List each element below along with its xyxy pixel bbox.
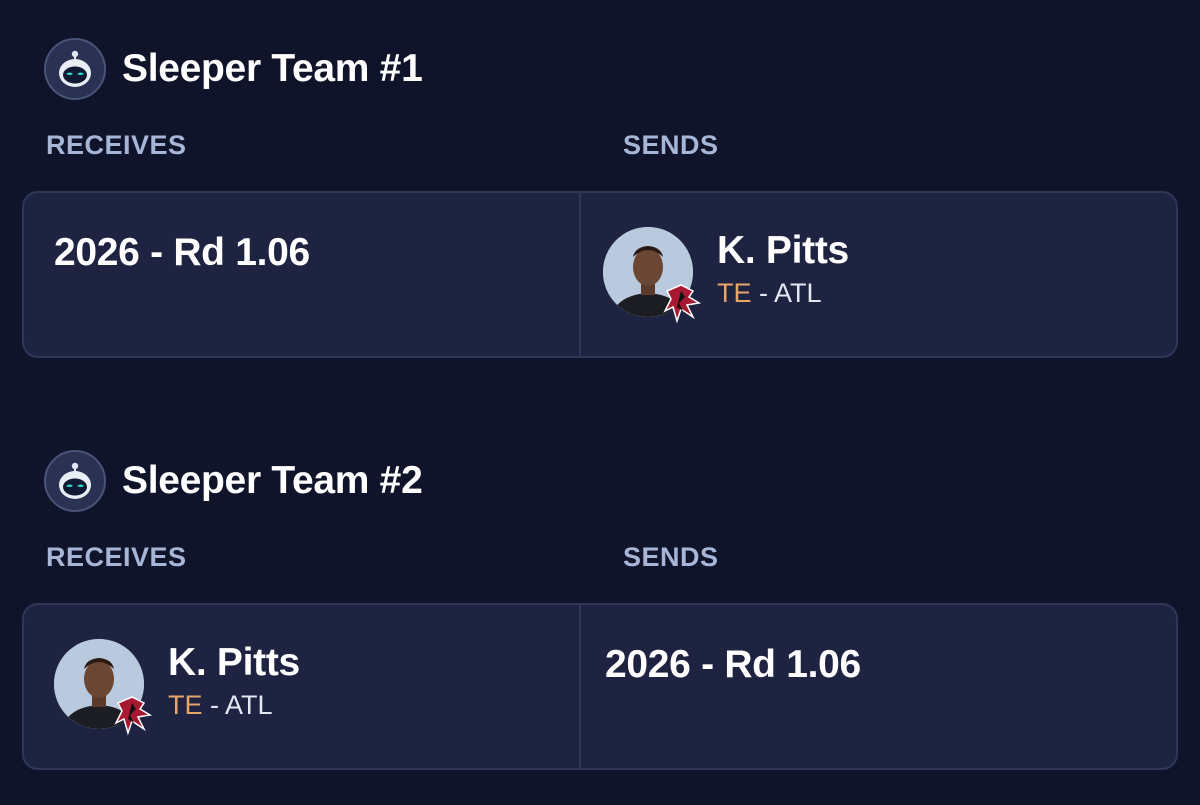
player-item[interactable]: K. Pitts TE - ATL: [54, 639, 300, 736]
player-team: ATL: [774, 278, 822, 308]
player-info: K. Pitts TE - ATL: [168, 641, 300, 723]
receives-cell[interactable]: 2026 - Rd 1.06: [24, 193, 579, 356]
player-meta: TE - ATL: [717, 275, 849, 311]
player-info: K. Pitts TE - ATL: [717, 229, 849, 311]
meta-separator: -: [202, 690, 226, 720]
falcons-logo-icon: [659, 281, 703, 325]
player-meta: TE - ATL: [168, 687, 300, 723]
team-name: Sleeper Team #2: [122, 459, 423, 502]
sends-label: SENDS: [623, 542, 719, 572]
falcons-logo-icon: [110, 693, 154, 737]
meta-separator: -: [751, 278, 775, 308]
player-position: TE: [168, 690, 203, 720]
sends-label: SENDS: [623, 130, 719, 160]
draft-pick: 2026 - Rd 1.06: [54, 231, 310, 274]
trade-card: K. Pitts TE - ATL 2026 - Rd 1.06: [22, 603, 1178, 770]
receives-cell[interactable]: K. Pitts TE - ATL: [24, 605, 579, 768]
player-name: K. Pitts: [168, 641, 300, 684]
sends-cell[interactable]: K. Pitts TE - ATL: [581, 193, 1176, 356]
player-item[interactable]: K. Pitts TE - ATL: [603, 227, 849, 324]
team-header[interactable]: Sleeper Team #2: [44, 448, 423, 514]
player-name: K. Pitts: [717, 229, 849, 272]
receives-label: RECEIVES: [46, 130, 187, 160]
trade-card: 2026 - Rd 1.06 K. Pitts TE - ATL: [22, 191, 1178, 358]
draft-pick: 2026 - Rd 1.06: [605, 643, 861, 686]
robot-helmet-icon[interactable]: [44, 38, 106, 100]
player-team: ATL: [225, 690, 273, 720]
team-header[interactable]: Sleeper Team #1: [44, 36, 423, 102]
sends-cell[interactable]: 2026 - Rd 1.06: [581, 605, 1176, 768]
player-position: TE: [717, 278, 752, 308]
team-name: Sleeper Team #1: [122, 47, 423, 90]
receives-label: RECEIVES: [46, 542, 187, 572]
robot-helmet-icon[interactable]: [44, 450, 106, 512]
